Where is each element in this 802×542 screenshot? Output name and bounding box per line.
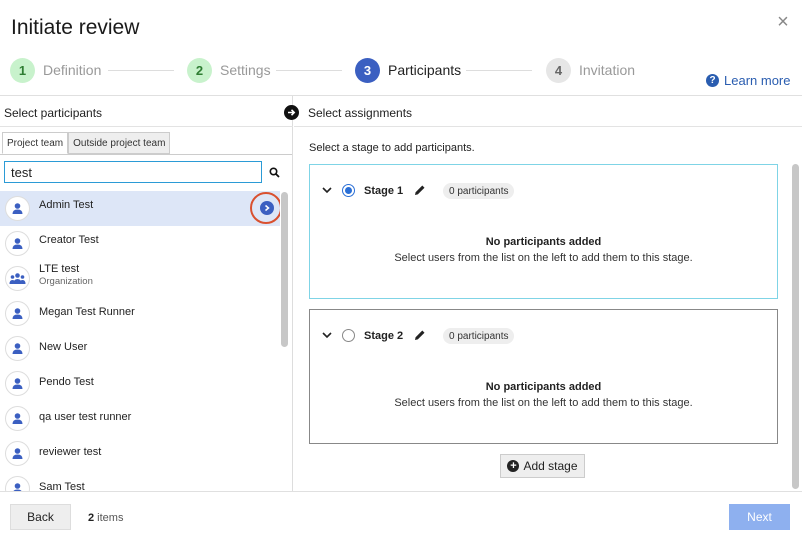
add-to-stage-icon[interactable] <box>260 201 274 215</box>
user-icon <box>5 406 30 431</box>
user-name: New User <box>39 341 88 353</box>
user-icon <box>5 301 30 326</box>
help-icon: ? <box>706 74 719 87</box>
step-label: Participants <box>388 62 462 78</box>
selected-count: 2 items <box>88 512 123 524</box>
empty-title: No participants added <box>485 236 602 248</box>
empty-title: No participants added <box>485 381 602 393</box>
step-connector <box>108 70 174 71</box>
step-number: 4 <box>546 57 571 83</box>
list-item[interactable]: Admin Test <box>0 191 280 226</box>
next-button[interactable]: Next <box>729 504 790 530</box>
list-item[interactable]: Creator Test <box>0 226 280 261</box>
user-icon <box>5 196 30 221</box>
learn-more-label: Learn more <box>724 73 791 88</box>
stage-name: Stage 2 <box>364 330 404 342</box>
pencil-icon[interactable] <box>414 184 426 199</box>
step-label: Settings <box>220 62 271 78</box>
list-item[interactable]: reviewer test <box>0 436 280 471</box>
search-input[interactable] <box>4 161 262 183</box>
dialog-title: Initiate review <box>11 16 140 39</box>
assignments-header: Select assignments <box>284 96 802 127</box>
participants-heading: Select participants <box>0 96 293 127</box>
chevron-down-icon[interactable] <box>322 328 332 342</box>
stage-card-1[interactable]: Stage 1 0 participants No participants a… <box>309 164 778 299</box>
user-icon <box>5 476 30 491</box>
plus-icon: + <box>507 460 520 472</box>
step-label: Definition <box>43 62 102 78</box>
stage-card-2[interactable]: Stage 2 0 participants No participants a… <box>309 309 778 444</box>
user-icon <box>5 231 30 256</box>
step-number: 3 <box>355 57 380 83</box>
organization-icon <box>5 266 30 291</box>
participant-tabs: Project team Outside project team <box>2 132 171 154</box>
user-icon <box>5 371 30 396</box>
user-icon <box>5 336 30 361</box>
stages-scrollbar[interactable] <box>792 164 799 489</box>
tab-project-team[interactable]: Project team <box>2 132 69 154</box>
user-icon <box>5 441 30 466</box>
tab-outside-project-team[interactable]: Outside project team <box>68 132 171 154</box>
arrow-right-icon <box>284 105 299 120</box>
step-invitation[interactable]: 4 Invitation <box>546 57 635 83</box>
user-name: Admin Test <box>39 199 94 211</box>
dialog-header: Initiate review × 1 Definition 2 Setting… <box>0 0 802 96</box>
participant-count-badge: 0 participants <box>443 183 515 199</box>
empty-subtitle: Select users from the list on the left t… <box>394 397 693 409</box>
add-stage-button[interactable]: + Add stage <box>500 454 585 478</box>
assignments-panel: Select assignments Select a stage to add… <box>284 96 802 491</box>
stage-radio[interactable] <box>342 184 355 197</box>
user-name: Megan Test Runner <box>39 306 135 318</box>
step-participants[interactable]: 3 Participants <box>355 57 461 83</box>
stage-radio[interactable] <box>342 329 355 342</box>
step-settings[interactable]: 2 Settings <box>187 57 271 83</box>
back-button[interactable]: Back <box>10 504 71 530</box>
step-number: 2 <box>187 57 212 83</box>
count-suffix: items <box>94 512 124 524</box>
list-item[interactable]: qa user test runner <box>0 401 280 436</box>
user-name: qa user test runner <box>39 411 132 423</box>
list-item[interactable]: Megan Test Runner <box>0 296 280 331</box>
pencil-icon[interactable] <box>414 329 426 344</box>
search-icon[interactable] <box>264 162 284 182</box>
step-number: 1 <box>10 57 35 83</box>
add-stage-label: Add stage <box>523 459 578 473</box>
user-list: Admin Test Creator Test LTE test Organiz… <box>0 191 280 491</box>
stage-instruction: Select a stage to add participants. <box>309 142 475 154</box>
list-item[interactable]: Sam Test <box>0 471 280 491</box>
learn-more-link[interactable]: ? Learn more <box>706 73 790 88</box>
user-name: Sam Test <box>39 481 85 491</box>
user-name: Pendo Test <box>39 376 94 388</box>
list-item[interactable]: New User <box>0 331 280 366</box>
list-item[interactable]: LTE test Organization <box>0 261 280 296</box>
step-label: Invitation <box>579 62 636 78</box>
list-scrollbar[interactable] <box>281 192 288 347</box>
step-connector <box>276 70 342 71</box>
user-name: Creator Test <box>39 234 99 246</box>
list-item[interactable]: Pendo Test <box>0 366 280 401</box>
step-definition[interactable]: 1 Definition <box>10 57 101 83</box>
empty-subtitle: Select users from the list on the left t… <box>394 252 693 264</box>
user-subtitle: Organization <box>39 276 93 287</box>
step-connector <box>466 70 532 71</box>
chevron-down-icon[interactable] <box>322 183 332 197</box>
stage-name: Stage 1 <box>364 185 404 197</box>
dialog-footer: Back 2 items Next <box>0 491 802 542</box>
close-icon[interactable]: × <box>773 12 793 32</box>
user-name: LTE test <box>39 263 80 275</box>
tabs-divider <box>0 154 292 155</box>
user-name: reviewer test <box>39 446 102 458</box>
assignments-heading: Select assignments <box>308 106 413 120</box>
participants-panel: Select participants Project team Outside… <box>0 96 293 491</box>
participant-count-badge: 0 participants <box>443 328 515 344</box>
